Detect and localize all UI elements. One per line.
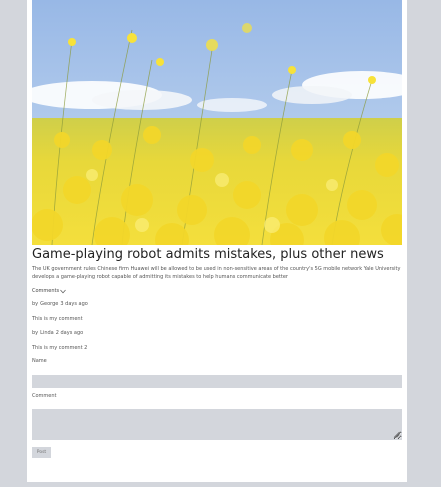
comment-meta: by Linda 2 days ago [32,330,83,337]
comment-textarea[interactable] [32,409,402,440]
comments-toggle-label: Comments [32,288,60,294]
article-image [32,0,402,245]
comment-by: by [32,301,39,307]
comment-time: 2 days ago [55,330,84,336]
comments-toggle[interactable]: Comments [32,288,66,295]
comment-time: 3 days ago [60,301,88,307]
post-button[interactable]: Post [32,447,51,458]
comment-label: Comment [32,393,57,399]
comment-author: George [40,301,59,307]
resize-grip-icon[interactable] [393,431,400,438]
comment-text: This is my comment 2 [32,345,88,351]
name-label: Name [32,358,47,364]
article-summary: The UK government rules Chinese firm Hua… [32,266,401,280]
comment-by: by [32,330,39,336]
comment-author: Linda [40,330,54,336]
comment-text: This is my comment [32,316,83,322]
name-input[interactable] [32,375,402,388]
article-title: Game-playing robot admits mistakes, plus… [32,247,384,262]
article-card: Game-playing robot admits mistakes, plus… [27,0,407,482]
comment-meta: by George 3 days ago [32,301,88,308]
chevron-down-icon [60,289,66,294]
